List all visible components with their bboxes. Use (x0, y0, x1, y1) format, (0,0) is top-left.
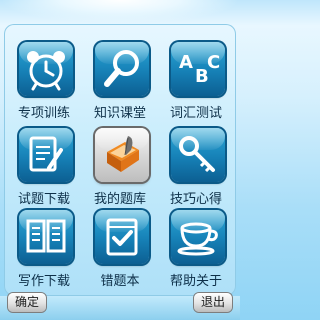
menu-grid: 专项训练 知识课堂 A B C 词汇测试 试题下载 我的题库 技巧心得 写作下载… (0, 0, 240, 296)
menu-item-label: 写作下载 (17, 274, 70, 289)
menu-item-knowledge-class[interactable]: 知识课堂 (82, 40, 158, 128)
key-icon (171, 128, 225, 182)
abc-letters-icon: A B C (171, 42, 225, 96)
svg-text:C: C (207, 52, 220, 73)
menu-item-writing-download[interactable]: 写作下载 (6, 208, 82, 296)
menu-item-exam-download[interactable]: 试题下载 (6, 126, 82, 214)
coffee-cup-icon (171, 210, 225, 264)
exit-softkey[interactable]: 退出 (193, 293, 232, 312)
menu-item-label: 错题本 (100, 274, 140, 289)
menu-item-wrong-answers[interactable]: 错题本 (82, 208, 158, 296)
svg-text:A: A (179, 52, 193, 73)
magnifier-icon (95, 42, 149, 96)
menu-item-vocabulary-test[interactable]: A B C 词汇测试 (158, 40, 234, 128)
menu-item-help-about[interactable]: 帮助关于 (158, 208, 234, 296)
menu-item-my-question-bank[interactable]: 我的题库 (82, 126, 158, 214)
alarm-clock-icon (19, 42, 73, 96)
menu-item-label: 试题下载 (17, 192, 70, 207)
checklist-notebook-icon (95, 210, 149, 264)
menu-item-label: 专项训练 (17, 106, 70, 121)
menu-item-label: 技巧心得 (169, 192, 222, 207)
menu-item-skills-tips[interactable]: 技巧心得 (158, 126, 234, 214)
document-pen-icon (19, 128, 73, 182)
book-quill-icon (95, 128, 149, 182)
confirm-softkey[interactable]: 确定 (8, 293, 47, 312)
menu-item-label: 我的题库 (93, 192, 146, 207)
menu-item-label: 词汇测试 (169, 106, 222, 121)
menu-item-label: 知识课堂 (93, 106, 146, 121)
menu-item-special-training[interactable]: 专项训练 (6, 40, 82, 128)
open-book-icon (19, 210, 73, 264)
menu-item-label: 帮助关于 (169, 274, 222, 289)
